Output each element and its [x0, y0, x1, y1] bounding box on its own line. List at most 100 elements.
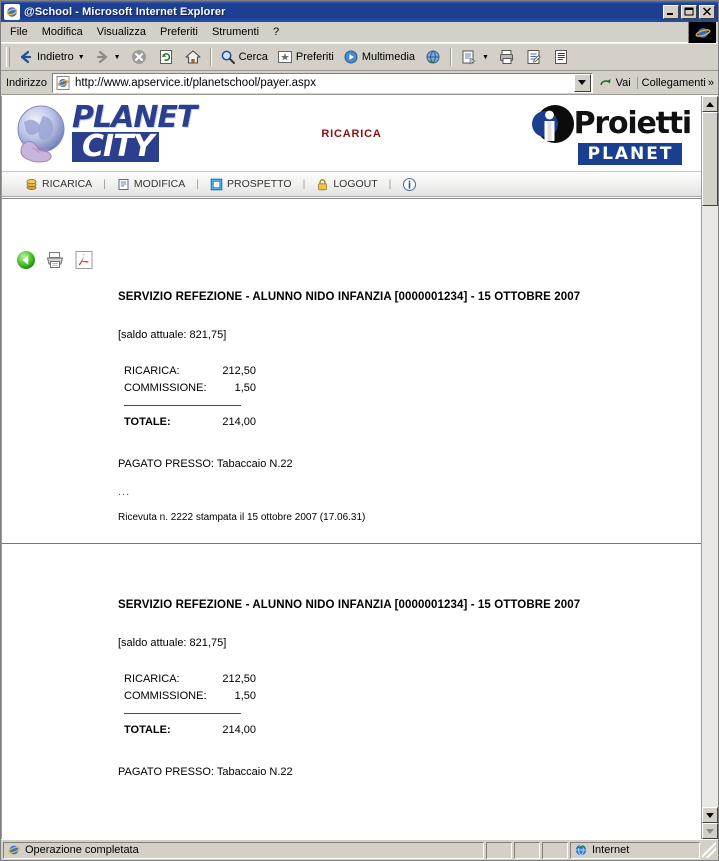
security-zone-label: Internet	[592, 844, 630, 856]
discuss-button[interactable]	[548, 46, 574, 68]
toolbar-separator-1	[209, 48, 212, 66]
receipt-line: COMMISSIONE: 1,50	[124, 380, 701, 397]
printer-icon	[46, 251, 64, 268]
address-dropdown-button[interactable]	[573, 73, 591, 92]
back-button[interactable]: Indietro ▼	[14, 46, 89, 68]
receipt-line-label: COMMISSIONE:	[124, 690, 207, 702]
history-button[interactable]	[420, 46, 446, 68]
discussion-icon	[554, 50, 567, 64]
back-dropdown-icon[interactable]: ▼	[78, 54, 85, 61]
proietti-planet-bar: PLANET	[577, 142, 682, 165]
resize-grip[interactable]	[702, 842, 716, 858]
menu-item-help[interactable]: ?	[266, 24, 286, 40]
minimize-button[interactable]	[663, 4, 679, 19]
globe-icon	[575, 844, 587, 856]
receipt-title: SERVIZIO REFEZIONE - ALUNNO NIDO INFANZI…	[118, 599, 581, 611]
scroll-up-button[interactable]	[702, 96, 718, 112]
receipt-line-label: RICARICA:	[124, 365, 180, 377]
receipt-balance: [saldo attuale: 821,75]	[118, 637, 227, 649]
print-button[interactable]	[494, 46, 520, 68]
mail-button[interactable]: ▼	[456, 46, 493, 68]
receipt-line-label: COMMISSIONE:	[124, 382, 207, 394]
print-action-button[interactable]	[45, 250, 65, 270]
sidebar-item-modifica[interactable]: MODIFICA	[112, 178, 190, 191]
links-chevron-icon[interactable]: »	[708, 77, 714, 89]
planet-city-logo[interactable]: PLANET CITY	[2, 100, 197, 166]
receipt-payment-place: PAGATO PRESSO: Tabaccaio N.22	[118, 766, 293, 778]
scrollbar-track[interactable]	[702, 112, 718, 807]
back-action-button[interactable]	[16, 250, 36, 270]
sidebar-item-prospetto[interactable]: PROSPETTO	[205, 178, 297, 191]
receipt-total-value: 214,00	[222, 724, 256, 736]
favorites-button[interactable]: Preferiti	[273, 46, 338, 68]
pdf-action-button[interactable]	[74, 250, 94, 270]
proietti-word: Proietti	[573, 105, 693, 141]
receipt-title: SERVIZIO REFEZIONE - ALUNNO NIDO INFANZI…	[118, 291, 581, 303]
edit-button[interactable]	[521, 46, 547, 68]
nav-separator-2: |	[196, 178, 199, 190]
receipt-lines: RICARICA: 212,50 COMMISSIONE: 1,50	[124, 671, 701, 705]
site-nav: RICARICA | MODIFICA | PROSPETTO | LOGOUT…	[2, 172, 701, 197]
printer-icon	[499, 50, 513, 64]
window-buttons	[663, 4, 716, 19]
status-pane-3	[542, 841, 568, 859]
site-banner: PLANET CITY RICARICA Proietti PLANET	[2, 96, 701, 172]
go-button[interactable]: Vai	[593, 76, 637, 90]
stop-button[interactable]	[126, 46, 152, 68]
receipt-footer-note: Ricevuta n. 2222 stampata il 15 ottobre …	[118, 512, 366, 523]
sidebar-item-logout[interactable]: LOGOUT	[311, 178, 382, 191]
coins-icon	[26, 178, 37, 190]
menu-item-strumenti[interactable]: Strumenti	[205, 24, 266, 40]
scroll-down-button[interactable]	[702, 807, 718, 823]
address-label: Indirizzo	[6, 76, 47, 89]
vertical-scrollbar[interactable]	[702, 96, 718, 839]
nav-label-logout: LOGOUT	[333, 178, 378, 190]
home-button[interactable]	[180, 46, 206, 68]
edit-page-icon	[527, 50, 541, 64]
info-button[interactable]	[397, 177, 422, 192]
toolbar-separator-2	[450, 48, 453, 66]
menu-item-file[interactable]: File	[3, 24, 35, 40]
address-input[interactable]: http://www.apservice.it/planetschool/pay…	[51, 72, 593, 93]
receipt-payment-place: PAGATO PRESSO: Tabaccaio N.22	[118, 458, 293, 470]
window-title: @School - Microsoft Internet Explorer	[24, 5, 226, 18]
search-button[interactable]: Cerca	[216, 46, 272, 68]
receipt-ellipsis: ...	[118, 486, 131, 498]
media-button[interactable]: Multimedia	[339, 46, 419, 68]
ie-app-icon	[4, 3, 20, 20]
table-icon	[210, 178, 223, 190]
planet-word: PLANET	[72, 100, 197, 135]
history-globe-icon	[426, 50, 440, 64]
sidebar-item-ricarica[interactable]: RICARICA	[20, 178, 97, 191]
proietti-planet-logo[interactable]: Proietti PLANET	[531, 103, 693, 165]
receipt-total-value: 214,00	[222, 416, 256, 428]
menu-item-preferiti[interactable]: Preferiti	[153, 24, 205, 40]
status-bar: Operazione completata Internet	[1, 839, 718, 860]
ie-brand-animation	[688, 22, 716, 43]
mail-dropdown-icon[interactable]: ▼	[482, 54, 489, 61]
close-button[interactable]	[699, 4, 715, 19]
receipt-inner: SERVIZIO REFEZIONE - ALUNNO NIDO INFANZI…	[2, 291, 701, 523]
favorites-star-icon	[277, 51, 292, 63]
forward-dropdown-icon[interactable]: ▼	[114, 54, 121, 61]
scrollbar-thumb[interactable]	[702, 112, 718, 206]
menu-item-visualizza[interactable]: Visualizza	[90, 24, 153, 40]
menu-item-modifica[interactable]: Modifica	[35, 24, 90, 40]
links-button[interactable]: Collegamenti »	[636, 76, 718, 89]
search-icon	[221, 50, 235, 64]
scroll-down-extra-button[interactable]	[702, 823, 718, 839]
forward-button[interactable]: ▼	[90, 46, 125, 68]
maximize-button[interactable]	[681, 4, 697, 19]
toolbar-grip[interactable]	[6, 47, 10, 67]
proietti-row: Proietti	[531, 103, 693, 145]
content-scroll-area[interactable]: SERVIZIO REFEZIONE - ALUNNO NIDO INFANZI…	[2, 198, 701, 839]
receipt-block: SERVIZIO REFEZIONE - ALUNNO NIDO INFANZI…	[2, 544, 701, 798]
status-pane-1	[486, 841, 512, 859]
refresh-icon	[159, 50, 172, 64]
chevron-up-icon	[706, 101, 714, 107]
content-inner: SERVIZIO REFEZIONE - ALUNNO NIDO INFANZI…	[2, 199, 701, 798]
refresh-button[interactable]	[153, 46, 179, 68]
green-back-arrow-icon	[17, 250, 35, 269]
browser-toolbar: Indietro ▼ ▼ Cerca Preferiti Multimedia …	[1, 43, 718, 71]
security-zone-pane[interactable]: Internet	[570, 841, 700, 859]
